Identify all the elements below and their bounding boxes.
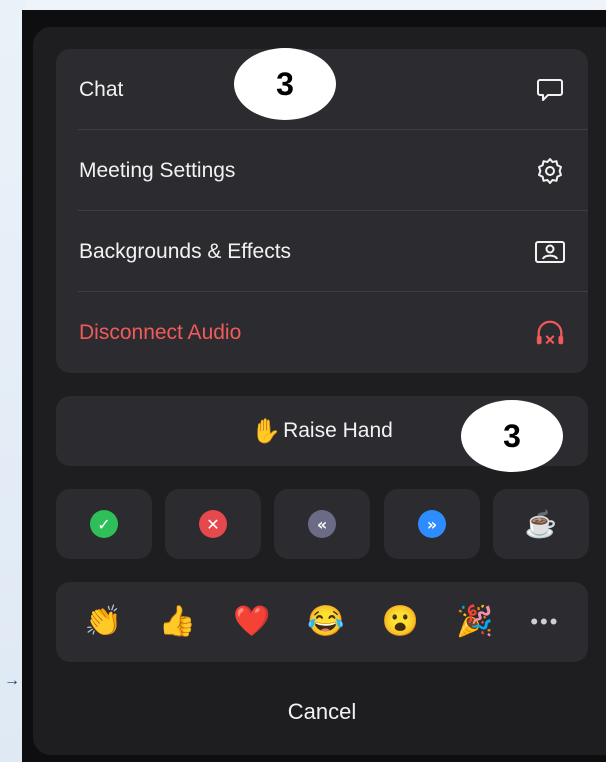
raised-hand-icon: ✋ [251, 417, 282, 445]
menu-item-label: Backgrounds & Effects [79, 239, 292, 263]
close-icon: ✕ [199, 510, 227, 538]
rewind-icon: « [308, 510, 336, 538]
menu-item-backgrounds-effects[interactable]: Backgrounds & Effects [56, 211, 588, 292]
annotation-badge: 3 [461, 400, 563, 472]
no-reaction-button[interactable]: ✕ [165, 489, 261, 559]
surprised-face-emoji[interactable]: 😮 [382, 607, 419, 637]
menu-item-label: Chat [79, 77, 124, 101]
check-icon: ✓ [90, 510, 118, 538]
menu-item-disconnect-audio[interactable]: Disconnect Audio [56, 292, 588, 373]
chat-bubble-icon [534, 74, 566, 106]
gear-icon [534, 155, 566, 187]
thumbs-up-emoji[interactable]: 👍 [159, 607, 196, 637]
slower-reaction-button[interactable]: « [274, 489, 370, 559]
more-reactions-icon[interactable]: ••• [530, 609, 559, 635]
annotation-badge: 3 [234, 48, 336, 120]
party-popper-emoji[interactable]: 🎉 [456, 607, 493, 637]
tears-of-joy-emoji[interactable]: 😂 [307, 607, 344, 637]
coffee-icon: ☕ [524, 508, 558, 539]
clapping-hands-emoji[interactable]: 👏 [84, 607, 121, 637]
heart-emoji[interactable]: ❤️ [233, 607, 270, 637]
menu-item-label: Disconnect Audio [79, 320, 242, 344]
faster-reaction-button[interactable]: » [384, 489, 480, 559]
cancel-button[interactable]: Cancel [56, 682, 588, 742]
yes-reaction-button[interactable]: ✓ [56, 489, 152, 559]
raise-hand-label: Raise Hand [283, 419, 393, 442]
coffee-reaction-button[interactable]: ☕ [493, 489, 589, 559]
menu-item-meeting-settings[interactable]: Meeting Settings [56, 130, 588, 211]
headphones-disconnect-icon [534, 317, 566, 349]
fast-forward-icon: » [418, 510, 446, 538]
arrow-icon: → [4, 672, 20, 689]
portrait-frame-icon [534, 236, 566, 268]
emoji-reactions-bar: 👏 👍 ❤️ 😂 😮 🎉 ••• [56, 582, 588, 662]
menu-item-label: Meeting Settings [79, 158, 236, 182]
